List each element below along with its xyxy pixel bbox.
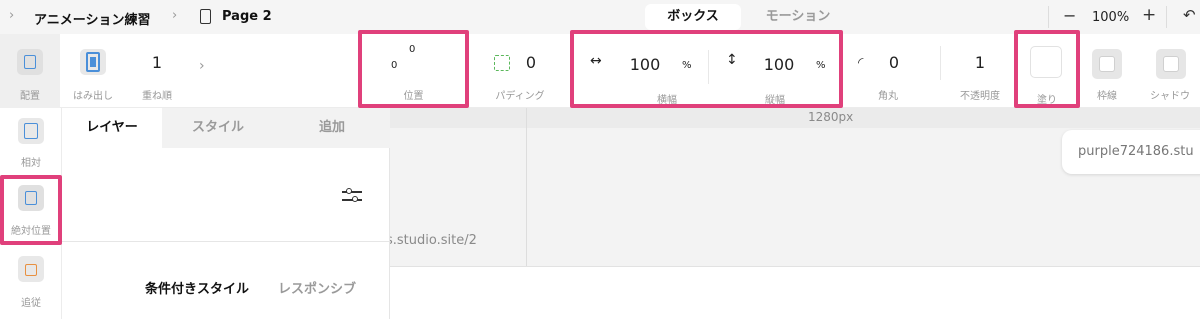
- conditional-style-tab[interactable]: 条件付きスタイル: [145, 278, 249, 297]
- overflow-label: はみ出し: [73, 91, 113, 102]
- opacity-value[interactable]: 1: [948, 53, 1012, 72]
- height-arrow-icon: ↕: [726, 52, 738, 68]
- site-chip[interactable]: purple724186.stu: [1062, 130, 1200, 174]
- undo-icon[interactable]: ↶: [1183, 6, 1196, 24]
- shadow-label: シャドウ: [1150, 91, 1190, 102]
- absolute-label: 絶対位置: [11, 226, 51, 237]
- height-unit[interactable]: %: [816, 60, 826, 71]
- canvas[interactable]: 1280px purple724186.stu s.studio.site/2: [390, 108, 1200, 319]
- fill-tool[interactable]: 塗り: [1014, 30, 1080, 108]
- property-toolbar: 配置 はみ出し 1 重ね順 › 0 0 位置 0 パディング ↔ 100 % 横…: [0, 30, 1200, 108]
- site-url: s.studio.site/2: [390, 233, 477, 248]
- divider: [708, 50, 709, 84]
- fill-swatch[interactable]: [1030, 46, 1062, 78]
- padding-label: パディング: [495, 91, 545, 102]
- radius-tool[interactable]: ◜ 0 角丸: [848, 34, 934, 108]
- filter-settings-icon[interactable]: [342, 186, 364, 206]
- radius-value[interactable]: 0: [884, 53, 904, 72]
- order-tool[interactable]: 1 重ね順: [126, 34, 188, 108]
- opacity-tool[interactable]: 1 不透明度: [948, 34, 1012, 108]
- placement-icon: [17, 49, 43, 75]
- order-value[interactable]: 1: [126, 53, 188, 72]
- overflow-tool[interactable]: はみ出し: [63, 34, 123, 108]
- chevron-right-icon[interactable]: ›: [199, 58, 205, 74]
- page-name[interactable]: Page 2: [222, 9, 272, 24]
- divider: [940, 46, 941, 80]
- chevron-right-icon: ›: [172, 8, 178, 23]
- sticky-label: 追従: [21, 298, 41, 309]
- tab-style[interactable]: スタイル: [162, 108, 274, 148]
- corner-radius-icon: ◜: [858, 55, 864, 71]
- width-arrow-icon: ↔: [590, 53, 602, 69]
- relative-label: 相対: [21, 158, 41, 169]
- width-unit[interactable]: %: [682, 60, 692, 71]
- divider: [1048, 6, 1049, 28]
- border-tool[interactable]: 枠線: [1084, 34, 1130, 108]
- padding-value[interactable]: 0: [521, 53, 541, 72]
- border-icon: [1092, 49, 1122, 79]
- sticky-icon: [18, 256, 44, 282]
- tab-box[interactable]: ボックス: [645, 4, 741, 30]
- position-label: 位置: [403, 91, 424, 102]
- opacity-label: 不透明度: [960, 91, 1000, 102]
- relative-icon: [18, 118, 44, 144]
- padding-tool[interactable]: 0 パディング: [478, 34, 568, 108]
- chevron-right-icon[interactable]: ›: [9, 8, 14, 23]
- radius-label: 角丸: [878, 91, 898, 102]
- zoom-in-button[interactable]: +: [1142, 5, 1156, 25]
- divider: [62, 241, 390, 242]
- overflow-icon: [80, 49, 106, 75]
- position-mode-absolute[interactable]: 絶対位置: [0, 175, 62, 245]
- responsive-tab[interactable]: レスポンシブ: [278, 278, 356, 297]
- padding-icon: [494, 55, 510, 71]
- size-tool: ↔ 100 % 横幅 ↕ 100 % 縦幅: [570, 30, 843, 108]
- site-chip-text: purple724186.stu: [1078, 144, 1194, 159]
- divider: [1166, 6, 1167, 28]
- tab-add[interactable]: 追加: [274, 108, 390, 148]
- order-label: 重ね順: [142, 91, 172, 102]
- project-name[interactable]: アニメーション練習: [34, 9, 150, 28]
- position-mode-relative[interactable]: 相対: [0, 108, 62, 174]
- height-value[interactable]: 100: [758, 55, 800, 74]
- border-label: 枠線: [1097, 91, 1117, 102]
- width-value[interactable]: 100: [624, 55, 666, 74]
- position-top-value[interactable]: 0: [409, 44, 415, 55]
- side-panel: レイヤー スタイル 追加 条件付きスタイル レスポンシブ: [62, 108, 390, 319]
- page-icon: [200, 9, 211, 24]
- tab-layers[interactable]: レイヤー: [62, 108, 162, 148]
- guide-line: [526, 108, 527, 268]
- placement-tool[interactable]: 配置: [0, 34, 60, 108]
- top-bar: › アニメーション練習 › Page 2 ボックス モーション − 100% +…: [0, 0, 1200, 34]
- zoom-level: 100%: [1092, 10, 1130, 25]
- page-frame[interactable]: [390, 266, 1200, 319]
- position-mode-strip: 相対 絶対位置 追従: [0, 108, 62, 319]
- placement-label: 配置: [20, 91, 40, 102]
- ruler-width-label: 1280px: [808, 110, 854, 124]
- width-label: 横幅: [657, 95, 677, 106]
- position-mode-sticky[interactable]: 追従: [0, 248, 62, 318]
- position-tool[interactable]: 0 0 位置: [358, 30, 469, 108]
- shadow-tool[interactable]: シャドウ: [1142, 34, 1200, 108]
- fill-label: 塗り: [1037, 95, 1057, 106]
- position-left-value[interactable]: 0: [391, 60, 397, 71]
- zoom-out-button[interactable]: −: [1063, 6, 1076, 25]
- shadow-icon: [1156, 49, 1186, 79]
- ruler: [390, 108, 1200, 128]
- height-label: 縦幅: [765, 95, 785, 106]
- absolute-icon: [18, 185, 44, 211]
- tab-motion[interactable]: モーション: [748, 4, 848, 30]
